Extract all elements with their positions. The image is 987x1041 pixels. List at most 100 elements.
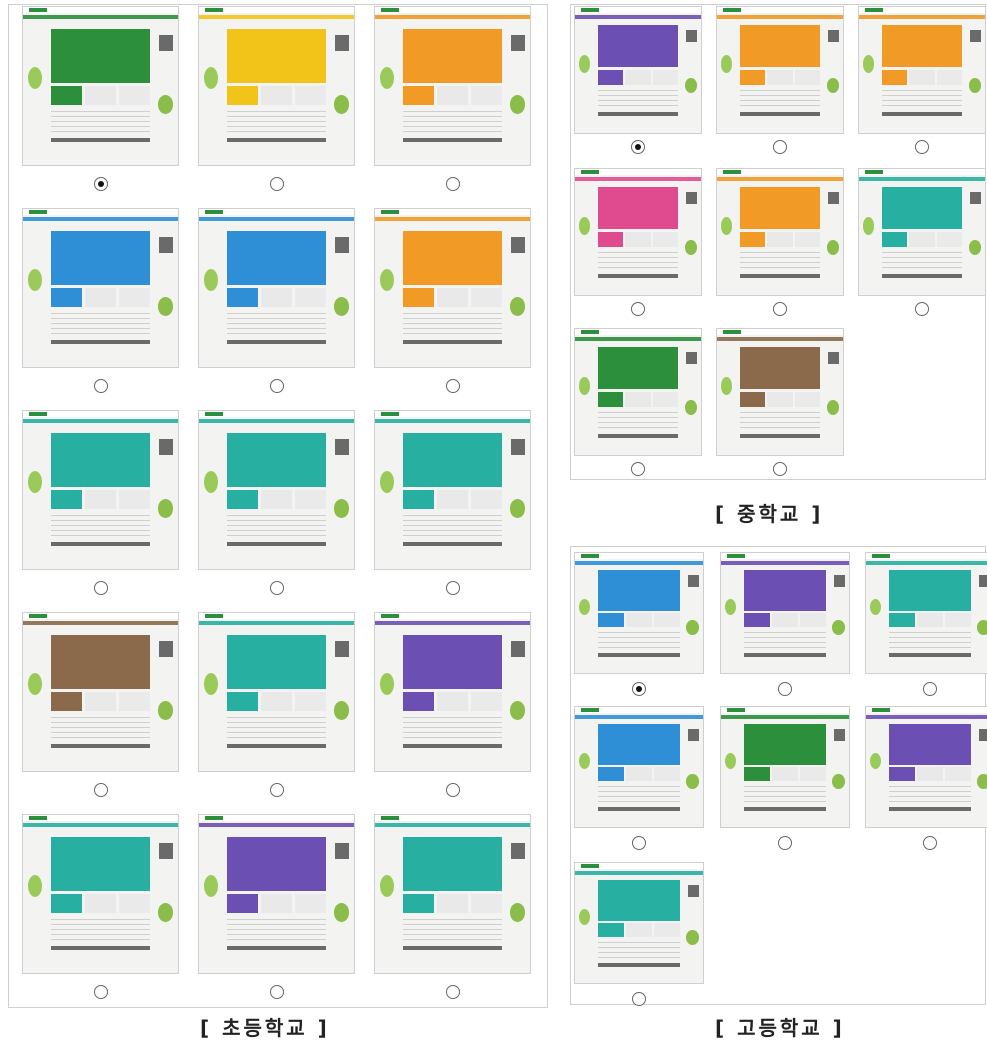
high-design-thumbnail[interactable] (574, 862, 704, 984)
decor-plant (720, 54, 733, 73)
design-radio[interactable] (269, 177, 284, 191)
design-radio[interactable] (445, 985, 460, 999)
text-lines (597, 412, 679, 430)
design-radio[interactable] (632, 836, 646, 850)
nav-bar (23, 823, 178, 827)
hero-banner (402, 231, 503, 285)
hero-banner (739, 346, 821, 390)
decor-plant (203, 673, 218, 696)
text-lines (739, 90, 821, 108)
elementary-design-thumbnail[interactable] (22, 612, 179, 772)
decor-plant (333, 903, 350, 923)
design-radio[interactable] (93, 581, 108, 595)
high-design-thumbnail[interactable] (865, 706, 987, 828)
design-radio[interactable] (778, 682, 792, 696)
design-radio[interactable] (93, 985, 108, 999)
design-radio[interactable] (269, 379, 284, 393)
decor-plant (862, 216, 875, 235)
hero-banner (226, 433, 327, 487)
content-tile (50, 894, 82, 913)
content-tile (772, 613, 798, 628)
design-radio[interactable] (778, 836, 792, 850)
content-tile (295, 692, 327, 711)
high-design-thumbnail[interactable] (720, 552, 850, 674)
side-widget (833, 728, 846, 741)
nav-bar (575, 15, 701, 19)
nav-bar (575, 715, 703, 719)
design-radio[interactable] (445, 177, 460, 191)
content-tile (295, 288, 327, 307)
footer-bar (739, 111, 821, 116)
elementary-design-thumbnail[interactable] (198, 612, 355, 772)
middle-design-thumbnail[interactable] (574, 6, 702, 134)
content-tile (402, 894, 434, 913)
middle-design-thumbnail[interactable] (716, 168, 844, 296)
content-tile (739, 70, 765, 86)
nav-bar (375, 419, 530, 423)
design-radio[interactable] (93, 783, 108, 797)
decor-plant (684, 239, 698, 255)
design-radio[interactable] (445, 379, 460, 393)
high-design-thumbnail[interactable] (574, 552, 704, 674)
content-tile (744, 767, 770, 782)
design-radio[interactable] (923, 836, 937, 850)
design-radio[interactable] (445, 783, 460, 797)
design-radio[interactable] (631, 140, 645, 154)
hero-banner (739, 24, 821, 68)
design-radio[interactable] (269, 783, 284, 797)
footer-bar (597, 111, 679, 116)
logo-mark (205, 8, 223, 12)
elementary-design-thumbnail[interactable] (22, 208, 179, 368)
elementary-design-thumbnail[interactable] (22, 814, 179, 974)
design-radio[interactable] (632, 682, 646, 696)
design-radio[interactable] (915, 302, 929, 316)
middle-design-thumbnail[interactable] (574, 168, 702, 296)
logo-mark (865, 8, 883, 12)
design-radio[interactable] (632, 992, 646, 1006)
content-tile (85, 86, 116, 105)
decor-plant (977, 620, 987, 635)
elementary-design-thumbnail[interactable] (374, 6, 531, 166)
content-tile (889, 767, 915, 782)
design-radio[interactable] (773, 140, 787, 154)
design-radio[interactable] (631, 302, 645, 316)
design-radio[interactable] (269, 985, 284, 999)
elementary-design-thumbnail[interactable] (22, 410, 179, 570)
middle-design-thumbnail[interactable] (716, 6, 844, 134)
design-radio[interactable] (93, 177, 108, 191)
middle-design-thumbnail[interactable] (858, 168, 986, 296)
decor-plant (826, 399, 840, 415)
middle-design-thumbnail[interactable] (574, 328, 702, 456)
logo-mark (872, 554, 890, 558)
elementary-design-thumbnail[interactable] (374, 612, 531, 772)
middle-design-thumbnail[interactable] (716, 328, 844, 456)
design-radio[interactable] (631, 462, 645, 476)
design-radio[interactable] (93, 379, 108, 393)
elementary-design-thumbnail[interactable] (22, 6, 179, 166)
high-design-thumbnail[interactable] (865, 552, 987, 674)
elementary-design-thumbnail[interactable] (198, 410, 355, 570)
design-radio[interactable] (773, 462, 787, 476)
design-radio[interactable] (445, 581, 460, 595)
hero-banner (226, 29, 327, 83)
elementary-design-thumbnail[interactable] (198, 6, 355, 166)
design-radio[interactable] (915, 140, 929, 154)
content-tile (471, 288, 503, 307)
elementary-design-thumbnail[interactable] (374, 814, 531, 974)
nav-bar (23, 419, 178, 423)
elementary-design-thumbnail[interactable] (198, 814, 355, 974)
elementary-design-thumbnail[interactable] (198, 208, 355, 368)
high-design-thumbnail[interactable] (720, 706, 850, 828)
middle-design-thumbnail[interactable] (858, 6, 986, 134)
content-tile (917, 767, 943, 782)
design-radio[interactable] (923, 682, 937, 696)
elementary-design-thumbnail[interactable] (374, 208, 531, 368)
decor-plant (684, 77, 698, 93)
elementary-design-thumbnail[interactable] (374, 410, 531, 570)
design-radio[interactable] (773, 302, 787, 316)
content-tile (295, 490, 327, 509)
footer-bar (226, 946, 327, 951)
design-radio[interactable] (269, 581, 284, 595)
high-design-thumbnail[interactable] (574, 706, 704, 828)
nav-bar (199, 823, 354, 827)
